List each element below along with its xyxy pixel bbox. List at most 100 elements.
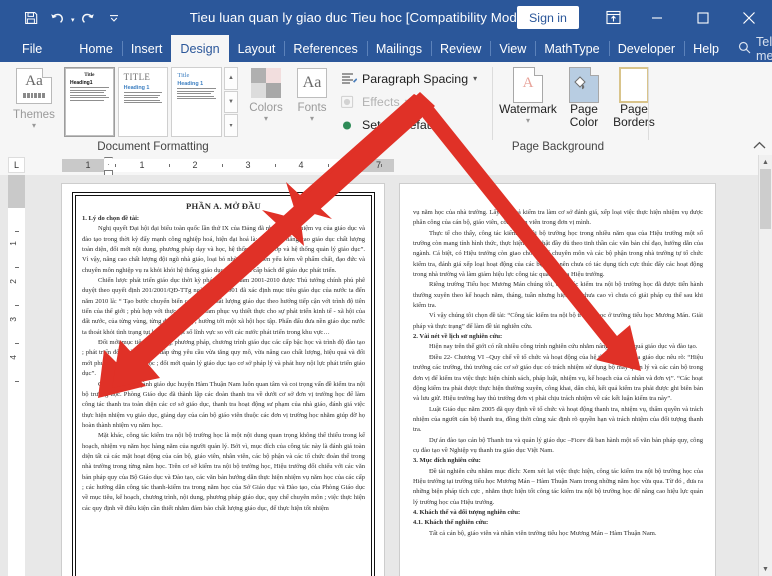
tab-bar-right: Tell me Share — [728, 35, 772, 63]
tab-review[interactable]: Review — [431, 35, 490, 62]
effects-button[interactable]: Effects ▾ — [340, 94, 409, 109]
ribbon-group-colors-fonts: Colors ▾ Aa Fonts ▾ — [244, 62, 336, 155]
style-set-item[interactable]: Title Heading1 — [64, 67, 115, 137]
tab-home[interactable]: Home — [70, 35, 122, 62]
page-borders-button[interactable]: Page Borders — [608, 67, 660, 129]
vertical-ruler[interactable]: 1 2 3 4 — [8, 175, 25, 576]
scrollbar-thumb[interactable] — [760, 169, 771, 229]
colors-button[interactable]: Colors ▾ — [244, 68, 288, 123]
themes-button[interactable]: Aa Themes ▾ — [12, 68, 56, 130]
title-bar: ▾ Tieu luan quan ly giao duc Tieu hoc [C… — [0, 0, 772, 35]
fonts-button[interactable]: Aa Fonts ▾ — [290, 68, 334, 123]
ruler-number: 7 — [376, 160, 382, 170]
page-color-icon — [569, 67, 599, 103]
set-as-default-button[interactable]: Set as Default — [340, 117, 440, 132]
page-color-label-line2: Color — [569, 115, 599, 129]
ribbon-group-document-formatting: Title Heading1 TITLE Heading 1 Title Hea… — [62, 62, 244, 155]
gallery-more-icon[interactable]: ▾ — [224, 114, 238, 138]
paragraph-spacing-button[interactable]: Paragraph Spacing ▾ — [340, 71, 477, 86]
document-paragraph: Dự án đào tạo cán bộ Thanh tra và quản l… — [413, 436, 703, 454]
vruler-number: 2 — [8, 279, 18, 284]
save-icon[interactable] — [18, 5, 44, 31]
style-card-title: Title — [84, 72, 95, 78]
scroll-up-icon[interactable]: ▲ — [759, 155, 772, 169]
watermark-icon: A — [513, 67, 543, 103]
gallery-scroll-up-icon[interactable]: ▲ — [224, 67, 238, 90]
tab-design[interactable]: Design — [171, 35, 229, 62]
fonts-icon: Aa — [297, 68, 327, 98]
document-paragraph: Chính vì vậy, Ngành giáo dục huyện Hàm T… — [82, 380, 365, 429]
undo-icon[interactable] — [44, 5, 70, 31]
vertical-scrollbar[interactable]: ▲ ▼ — [758, 155, 772, 576]
tell-me-search[interactable]: Tell me — [728, 35, 772, 63]
tab-layout[interactable]: Layout — [229, 35, 285, 62]
customize-quick-access-icon[interactable] — [101, 5, 127, 31]
style-set-item[interactable]: TITLE Heading 1 — [117, 67, 169, 137]
ruler-number: 1 — [85, 160, 91, 170]
document-page-right[interactable]: vụ năm học của nhà trường. Lấy kết quả k… — [400, 184, 715, 576]
document-paragraph: Thực tế cho thấy, công tác kiểm tra nội … — [413, 229, 703, 279]
tab-references[interactable]: References — [284, 35, 366, 62]
tab-mathtype[interactable]: MathType — [535, 35, 608, 62]
set-as-default-icon — [340, 117, 357, 132]
minimize-button[interactable] — [634, 0, 680, 35]
tab-developer[interactable]: Developer — [608, 35, 684, 62]
style-card-heading: Heading 1 — [177, 81, 204, 87]
gallery-scroll-down-icon[interactable]: ▼ — [224, 90, 238, 114]
set-as-default-label: Set as Default — [362, 117, 440, 132]
style-card-heading: Heading1 — [70, 80, 93, 86]
style-card-title: TITLE — [123, 72, 151, 82]
vruler-number: 4 — [8, 355, 18, 360]
scroll-down-icon[interactable]: ▼ — [759, 562, 772, 576]
group-label-document-formatting: Document Formatting — [97, 140, 209, 153]
paragraph-spacing-caret[interactable]: ▾ — [473, 74, 477, 83]
tab-mailings[interactable]: Mailings — [366, 35, 431, 62]
watermark-button[interactable]: A Watermark ▾ — [499, 67, 557, 125]
ruler-number: 1 — [139, 160, 145, 170]
themes-dropdown-caret[interactable]: ▾ — [32, 122, 36, 130]
tab-help[interactable]: Help — [684, 35, 728, 62]
fonts-label: Fonts — [297, 101, 327, 114]
ruler-number: 3 — [245, 160, 251, 170]
document-paragraph: 4. Khách thể và đối tượng nghiên cứu: — [413, 508, 521, 516]
document-paragraph: Mặt khác, công tác kiểm tra nội bộ trườn… — [82, 432, 365, 512]
redo-icon[interactable] — [75, 5, 101, 31]
document-paragraph: Tất cả cán bộ, giáo viên và nhân viên tr… — [429, 529, 657, 537]
style-gallery-scroll: ▲ ▼ ▾ — [224, 67, 238, 138]
document-page-left[interactable]: PHẦN A. MỞ ĐẦU 1. Lý do chọn đề tài: Ngh… — [62, 184, 384, 576]
document-paragraph: Chiến lược phát triển giáo dục thời kỳ p… — [82, 277, 365, 336]
window-controls — [592, 0, 772, 35]
collapse-ribbon-icon[interactable] — [753, 141, 766, 153]
word-window: ▾ Tieu luan quan ly giao duc Tieu hoc [C… — [0, 0, 772, 576]
watermark-label: Watermark — [499, 102, 557, 116]
style-set-item[interactable]: Title Heading 1 — [171, 67, 222, 137]
ruler-number: 4 — [298, 160, 304, 170]
page-color-button[interactable]: Page Color — [558, 67, 610, 129]
colors-dropdown-caret[interactable]: ▾ — [264, 115, 268, 123]
document-paragraph: Điều 22- Chương VI –Quy chế về tổ chức v… — [413, 353, 703, 403]
document-paragraph: 4.1. Khách thể nghiên cứu: — [413, 519, 489, 527]
effects-label: Effects — [362, 94, 400, 109]
watermark-dropdown-caret[interactable]: ▾ — [526, 117, 530, 125]
style-card-lines — [177, 88, 217, 100]
style-set-gallery: Title Heading1 TITLE Heading 1 Title Hea… — [64, 67, 222, 137]
vruler-number: 3 — [8, 317, 18, 322]
paragraph-spacing-icon — [340, 71, 357, 86]
document-paragraph: Riêng trường Tiểu học Mương Mán chúng tô… — [413, 281, 703, 310]
document-paragraph: vụ năm học của nhà trường. Lấy kết quả k… — [413, 209, 703, 227]
tab-insert[interactable]: Insert — [121, 35, 172, 62]
tab-file[interactable]: File — [8, 35, 56, 62]
ribbon-display-options-icon[interactable] — [592, 0, 634, 35]
tab-stop-selector[interactable]: L — [8, 157, 25, 173]
maximize-button[interactable] — [680, 0, 726, 35]
page-right-text: vụ năm học của nhà trường. Lấy kết quả k… — [413, 208, 703, 539]
themes-icon: Aa — [16, 68, 52, 104]
document-paragraph: 1. Lý do chọn đề tài: — [82, 215, 140, 222]
effects-caret[interactable]: ▾ — [405, 97, 409, 106]
fonts-dropdown-caret[interactable]: ▾ — [310, 115, 314, 123]
sign-in-button[interactable]: Sign in — [517, 6, 579, 29]
tab-view[interactable]: View — [490, 35, 535, 62]
colors-label: Colors — [249, 101, 283, 114]
ruler-number: 6 — [348, 160, 354, 170]
close-button[interactable] — [726, 0, 772, 35]
